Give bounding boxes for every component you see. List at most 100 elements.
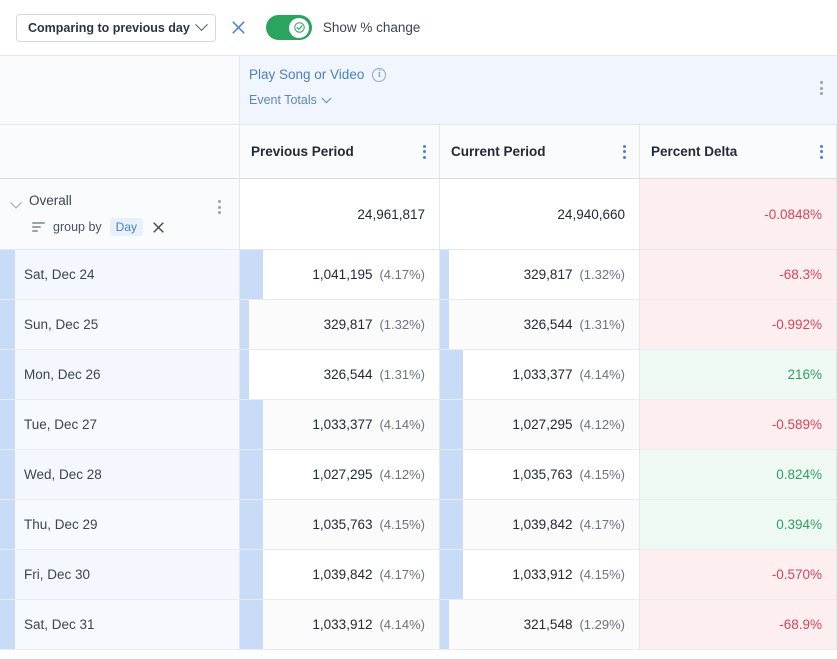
- info-icon[interactable]: i: [372, 68, 386, 82]
- row-accent-bar: [0, 350, 15, 399]
- value-share-percent: (1.31%): [579, 317, 625, 332]
- row-label-cell: Wed, Dec 28: [0, 450, 240, 500]
- current-period-cell: 1,039,842 (4.17%): [440, 500, 640, 550]
- value-number: 1,027,295: [512, 417, 572, 432]
- percent-delta-cell: 0.824%: [640, 450, 837, 500]
- check-icon: [294, 22, 305, 33]
- remove-group-by-button[interactable]: [153, 222, 164, 233]
- column-header-current-period[interactable]: Current Period: [440, 125, 640, 179]
- show-percent-change-control: Show % change: [266, 15, 421, 40]
- value-share-percent: (1.29%): [579, 617, 625, 632]
- value-number: 1,033,377: [512, 367, 572, 382]
- value-share-percent: (1.32%): [379, 317, 425, 332]
- comparison-period-label: Comparing to previous day: [28, 21, 190, 35]
- overall-percent-delta-value: -0.0848%: [640, 179, 837, 250]
- current-period-cell: 321,548 (1.29%): [440, 600, 640, 650]
- value-number: 1,033,377: [312, 417, 372, 432]
- table-row[interactable]: Sun, Dec 25329,817(1.32%)326,544(1.31%)-…: [0, 300, 837, 350]
- column-header-label: Current Period: [451, 144, 623, 159]
- comparison-period-select[interactable]: Comparing to previous day: [16, 14, 216, 42]
- table-row[interactable]: Tue, Dec 271,033,377(4.14%)1,027,295(4.1…: [0, 400, 837, 450]
- value-bar: [240, 500, 263, 549]
- column-header-label: Previous Period: [251, 144, 423, 159]
- previous-period-cell: 329,817(1.32%): [240, 300, 440, 350]
- value-share-percent: (4.15%): [579, 567, 625, 582]
- row-accent-bar: [0, 450, 15, 499]
- chevron-down-icon: [195, 18, 208, 31]
- value-bar: [240, 350, 249, 399]
- value-number: 326,544: [524, 317, 573, 332]
- metric-aggregation-select[interactable]: Event Totals: [249, 93, 330, 107]
- row-label-cell: Thu, Dec 29: [0, 500, 240, 550]
- value-share-percent: (1.31%): [379, 367, 425, 382]
- value-bar: [240, 600, 263, 649]
- row-accent-bar: [0, 300, 15, 349]
- table-row[interactable]: Wed, Dec 281,027,295(4.12%)1,035,763(4.1…: [0, 450, 837, 500]
- value-share-percent: (4.14%): [579, 367, 625, 382]
- more-vertical-icon: [218, 200, 221, 214]
- table-row[interactable]: Sat, Dec 31 1,033,912 (4.14%) 321,548 (1.29%…: [0, 600, 837, 650]
- row-label-cell: Mon, Dec 26: [0, 350, 240, 400]
- percent-delta-cell: 216%: [640, 350, 837, 400]
- value-bar: [440, 500, 463, 549]
- value-bar: [440, 550, 463, 599]
- value-bar: [440, 350, 463, 399]
- chevron-down-icon: [321, 93, 331, 103]
- table-row[interactable]: Thu, Dec 291,035,763(4.15%)1,039,842(4.1…: [0, 500, 837, 550]
- row-label: Tue, Dec 27: [24, 417, 97, 432]
- previous-period-cell: 1,027,295(4.12%): [240, 450, 440, 500]
- column-header-percent-delta[interactable]: Percent Delta: [640, 125, 837, 179]
- value-number: 1,039,842: [512, 517, 572, 532]
- table-body: Sat, Dec 241,041,195(4.17%)329,817(1.32%…: [0, 250, 837, 650]
- group-by-chip[interactable]: Day: [110, 218, 143, 236]
- group-by-icon: [32, 222, 45, 232]
- row-label: Thu, Dec 29: [24, 517, 98, 532]
- value-number: 1,033,912: [312, 617, 372, 632]
- metric-title-group: Play Song or Video i: [249, 67, 837, 83]
- current-period-cell: 1,033,912(4.15%): [440, 550, 640, 600]
- show-percent-change-toggle[interactable]: [266, 15, 312, 40]
- header-corner-spacer: [0, 125, 240, 179]
- value-share-percent: (4.14%): [379, 617, 425, 632]
- metric-options-button[interactable]: [820, 81, 823, 95]
- more-vertical-icon[interactable]: [820, 145, 823, 159]
- row-label-cell: Sun, Dec 25: [0, 300, 240, 350]
- value-bar: [240, 400, 263, 449]
- comparison-toolbar: Comparing to previous day Show % change: [0, 0, 837, 56]
- overall-previous-period-value: 24,961,817: [240, 179, 440, 250]
- previous-period-cell: 1,041,195(4.17%): [240, 250, 440, 300]
- column-header-row: Previous Period Current Period Percent D…: [0, 125, 837, 179]
- table-row[interactable]: Sat, Dec 241,041,195(4.17%)329,817(1.32%…: [0, 250, 837, 300]
- overall-header-line: Overall: [12, 193, 239, 208]
- more-vertical-icon[interactable]: [623, 145, 626, 159]
- more-vertical-icon: [820, 81, 823, 95]
- value-share-percent: (4.17%): [579, 517, 625, 532]
- table-row[interactable]: Mon, Dec 26326,544(1.31%)1,033,377(4.14%…: [0, 350, 837, 400]
- row-accent-bar: [0, 500, 15, 549]
- row-label: Sat, Dec 31: [24, 617, 95, 632]
- row-accent-bar: [0, 250, 15, 299]
- overall-options-button[interactable]: [218, 200, 221, 214]
- value-number: 321,548: [524, 617, 573, 632]
- value-number: 1,027,295: [312, 467, 372, 482]
- percent-delta-cell: -68.3%: [640, 250, 837, 300]
- metric-name[interactable]: Play Song or Video: [249, 67, 364, 83]
- current-period-cell: 1,035,763(4.15%): [440, 450, 640, 500]
- current-period-cell: 329,817(1.32%): [440, 250, 640, 300]
- previous-period-cell: 1,033,912 (4.14%): [240, 600, 440, 650]
- column-header-previous-period[interactable]: Previous Period: [240, 125, 440, 179]
- value-share-percent: (4.17%): [379, 567, 425, 582]
- toggle-knob: [289, 18, 309, 38]
- overall-current-period-value: 24,940,660: [440, 179, 640, 250]
- clear-comparison-button[interactable]: [224, 13, 254, 43]
- metric-banner: Play Song or Video i Event Totals: [240, 56, 837, 125]
- table-row[interactable]: Fri, Dec 301,039,842(4.17%)1,033,912(4.1…: [0, 550, 837, 600]
- more-vertical-icon[interactable]: [423, 145, 426, 159]
- value-number: 1,041,195: [312, 267, 372, 282]
- value-share-percent: (4.15%): [579, 467, 625, 482]
- value-bar: [440, 250, 449, 299]
- value-bar: [240, 450, 263, 499]
- row-accent-bar: [0, 400, 15, 449]
- value-share-percent: (4.15%): [379, 517, 425, 532]
- chevron-down-icon[interactable]: [12, 198, 22, 208]
